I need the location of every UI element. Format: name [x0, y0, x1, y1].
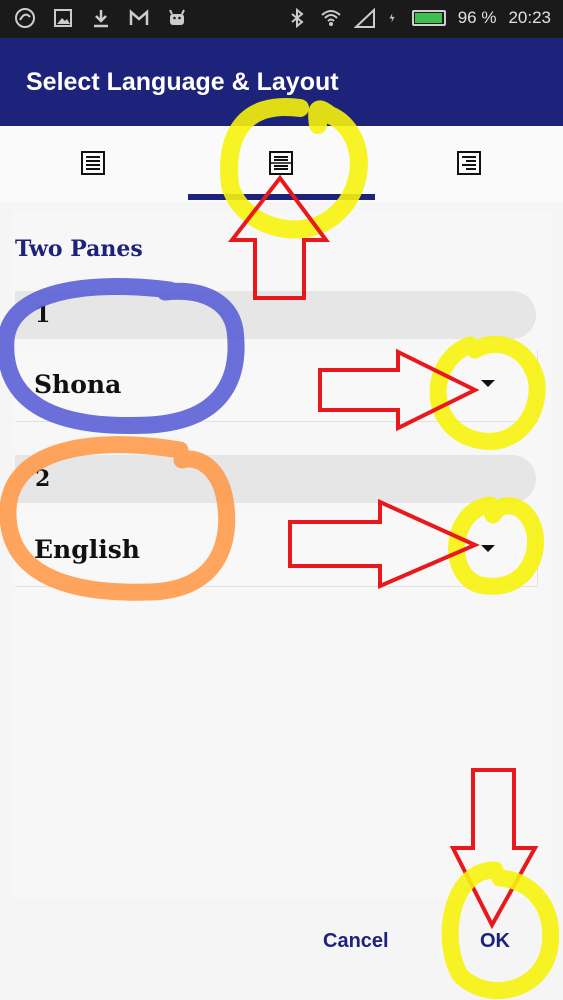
image-icon: [54, 9, 72, 27]
ok-button[interactable]: OK: [480, 930, 510, 953]
two-panes-icon: [269, 151, 293, 175]
wifi-icon: [321, 10, 341, 26]
android-icon: [169, 9, 185, 25]
single-pane-icon: [81, 151, 105, 175]
notification-icons: [14, 7, 188, 29]
pane-1-number: 1: [15, 291, 536, 339]
download-icon: [94, 10, 108, 28]
layout-tabs: [0, 126, 563, 202]
pane-1-language: Shona: [34, 370, 122, 399]
interlinear-icon: [457, 151, 481, 175]
section-title: Two Panes: [15, 236, 143, 262]
pane-1-language-select[interactable]: Shona: [15, 350, 538, 422]
bluetooth-icon: [291, 7, 304, 29]
battery-level: [414, 13, 442, 23]
system-status: 96 % 20:23: [286, 7, 551, 29]
battery-percent: 96 %: [457, 8, 497, 27]
tab-interlinear[interactable]: [376, 126, 563, 202]
selected-tab-indicator: [188, 194, 375, 200]
tab-two-panes[interactable]: [188, 126, 376, 202]
chevron-down-icon[interactable]: [481, 545, 495, 552]
tab-single-pane[interactable]: [0, 126, 188, 202]
status-bar: 96 % 20:23: [0, 0, 563, 38]
pane-2-language-select[interactable]: English: [15, 515, 538, 587]
chevron-down-icon[interactable]: [481, 380, 495, 387]
cancel-button[interactable]: Cancel: [323, 930, 389, 953]
pane-2-language: English: [34, 535, 140, 564]
page-title: Select Language & Layout: [26, 68, 339, 96]
signal-icon: [353, 7, 375, 28]
app-bar: Select Language & Layout: [0, 38, 563, 126]
charging-icon: [389, 13, 395, 23]
gmail-icon: [129, 9, 149, 25]
battery-icon: [411, 10, 446, 26]
clock: 20:23: [508, 8, 551, 27]
app-icon: [15, 8, 35, 28]
pane-2-number: 2: [15, 455, 536, 503]
